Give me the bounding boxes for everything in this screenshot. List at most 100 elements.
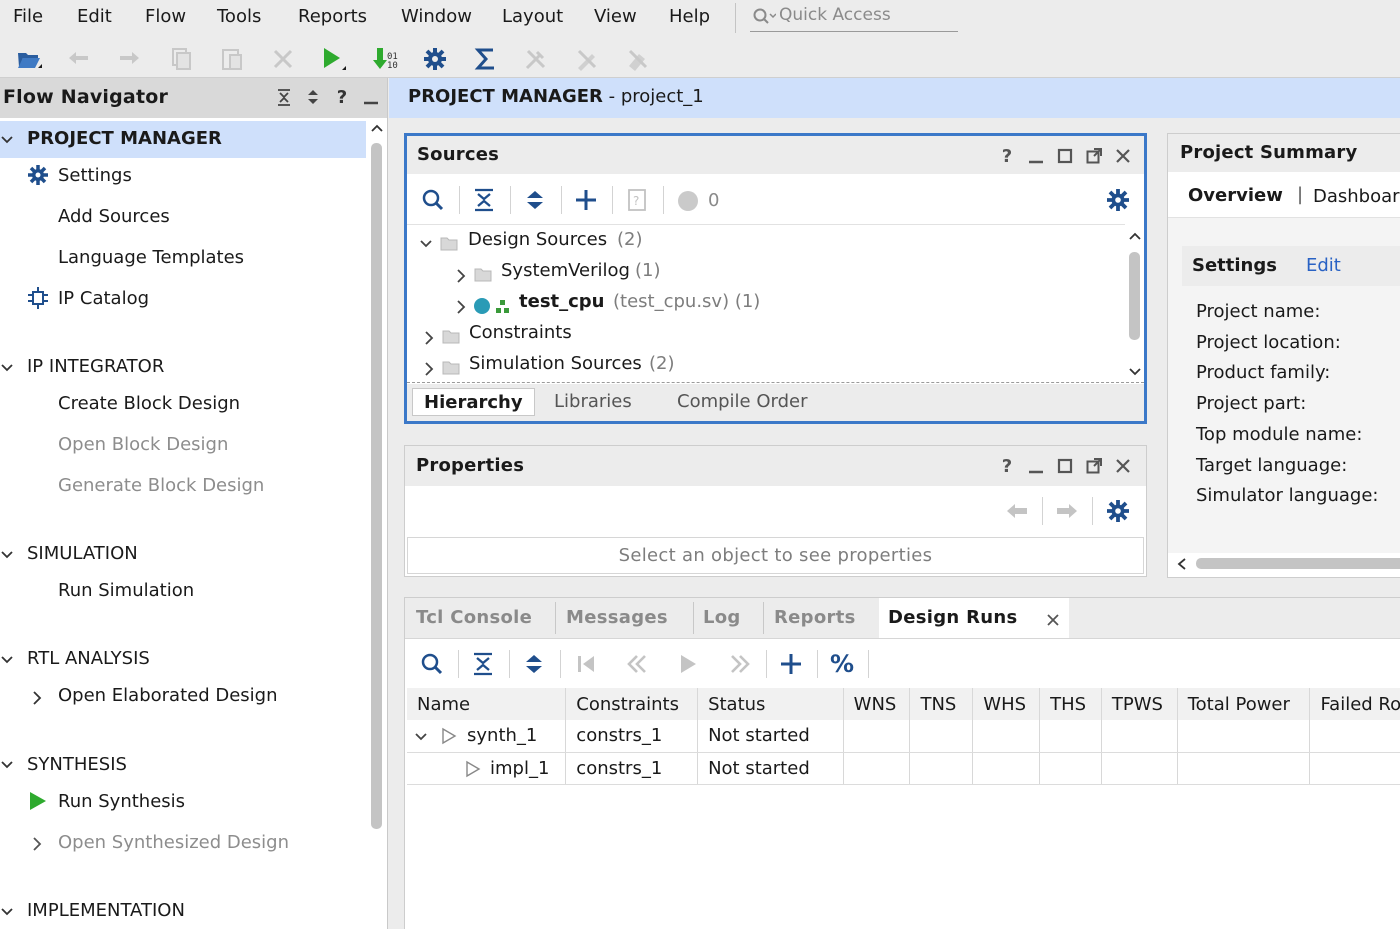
chevron-down-icon[interactable] — [0, 548, 14, 562]
nav-item-open-elaborated-design[interactable]: Open Elaborated Design — [58, 685, 278, 706]
nav-item-add-sources[interactable]: Add Sources — [58, 206, 170, 227]
column-header[interactable]: Constraints — [565, 688, 699, 720]
chevron-right-icon[interactable] — [31, 836, 43, 852]
column-header[interactable]: WHS — [972, 688, 1041, 720]
sources-scrollbar[interactable] — [1125, 224, 1144, 382]
sources-float-button[interactable] — [1084, 146, 1104, 166]
column-header[interactable]: TNS — [909, 688, 974, 720]
chevron-down-icon[interactable] — [0, 133, 14, 147]
sources-expand-all-button[interactable] — [521, 186, 549, 214]
runs-forward-button[interactable] — [726, 650, 754, 678]
table-row[interactable]: synth_1 constrs_1 Not started — [407, 720, 1400, 753]
chevron-up-icon[interactable] — [1128, 230, 1142, 242]
column-header[interactable]: THS — [1039, 688, 1102, 720]
menu-tools[interactable]: Tools — [217, 6, 261, 27]
sources-minimize-button[interactable] — [1026, 146, 1046, 166]
sources-close-button[interactable] — [1113, 146, 1133, 166]
nav-scrollbar[interactable] — [368, 118, 386, 929]
run-name-cell[interactable]: impl_1 — [407, 752, 567, 785]
report-utilization-button[interactable] — [471, 44, 501, 74]
quick-access-field[interactable]: Quick Access — [750, 2, 958, 32]
nav-item-ip-catalog[interactable]: IP Catalog — [58, 288, 149, 309]
menu-edit[interactable]: Edit — [77, 6, 112, 27]
sources-add-button[interactable] — [572, 186, 600, 214]
chevron-left-icon[interactable] — [1176, 557, 1188, 571]
copy-button[interactable] — [166, 44, 196, 74]
nav-item-language-templates[interactable]: Language Templates — [58, 247, 244, 268]
runs-expand-all-button[interactable] — [520, 650, 548, 678]
column-header[interactable]: Total Power — [1177, 688, 1311, 720]
menu-window[interactable]: Window — [401, 6, 472, 27]
sources-collapse-all-button[interactable] — [470, 186, 498, 214]
chevron-down-icon[interactable] — [1128, 366, 1142, 378]
sources-help-button[interactable]: ? — [997, 146, 1017, 167]
properties-minimize-button[interactable] — [1026, 456, 1046, 476]
menu-view[interactable]: View — [594, 6, 637, 27]
edit-settings-link[interactable]: Edit — [1306, 255, 1341, 276]
tab-log[interactable]: Log — [703, 598, 741, 638]
tab-libraries[interactable]: Libraries — [554, 391, 632, 412]
nav-item-create-block-design[interactable]: Create Block Design — [58, 393, 240, 414]
properties-settings-button[interactable] — [1104, 497, 1132, 525]
column-header[interactable]: Status — [697, 688, 844, 720]
undo-button[interactable] — [64, 44, 94, 74]
nav-item-open-synthesized-design[interactable]: Open Synthesized Design — [58, 832, 289, 853]
expand-all-button[interactable] — [302, 86, 324, 108]
chevron-down-icon[interactable] — [0, 758, 14, 772]
tool-disabled-3-button[interactable] — [623, 44, 653, 74]
sources-scrollbar-thumb[interactable] — [1129, 252, 1140, 340]
program-device-button[interactable]: 01 10 — [369, 44, 399, 74]
properties-float-button[interactable] — [1084, 456, 1104, 476]
summary-hscrollbar[interactable] — [1168, 553, 1400, 575]
nav-item-settings[interactable]: Settings — [58, 165, 132, 186]
collapse-all-button[interactable] — [273, 86, 295, 108]
chevron-right-icon[interactable] — [31, 690, 43, 706]
sources-info-button[interactable]: ? — [623, 186, 651, 214]
properties-maximize-button[interactable] — [1055, 456, 1075, 476]
column-header[interactable]: Name — [407, 688, 567, 720]
menu-reports[interactable]: Reports — [298, 6, 367, 27]
runs-add-button[interactable] — [777, 650, 805, 678]
redo-button[interactable] — [114, 44, 144, 74]
open-project-button[interactable] — [14, 44, 44, 74]
nav-item-run-simulation[interactable]: Run Simulation — [58, 580, 194, 601]
menu-file[interactable]: File — [13, 6, 43, 27]
back-button[interactable] — [1003, 497, 1031, 525]
chevron-down-icon[interactable] — [0, 361, 14, 375]
nav-scrollbar-thumb[interactable] — [371, 143, 382, 829]
runs-first-button[interactable] — [572, 650, 600, 678]
nav-item-open-block-design[interactable]: Open Block Design — [58, 434, 228, 455]
runs-rewind-button[interactable] — [623, 650, 651, 678]
tab-messages[interactable]: Messages — [566, 598, 668, 638]
tab-dashboard[interactable]: Dashboar — [1313, 186, 1400, 207]
properties-close-button[interactable] — [1113, 456, 1133, 476]
chevron-up-icon[interactable] — [370, 122, 384, 134]
tab-overview[interactable]: Overview — [1188, 185, 1283, 206]
tool-disabled-1-button[interactable] — [521, 44, 551, 74]
chevron-down-icon[interactable] — [0, 905, 14, 919]
settings-button[interactable] — [420, 44, 450, 74]
summary-hscrollbar-thumb[interactable] — [1196, 558, 1400, 569]
menu-help[interactable]: Help — [669, 6, 710, 27]
tab-tcl-console[interactable]: Tcl Console — [416, 598, 532, 638]
menu-layout[interactable]: Layout — [502, 6, 563, 27]
column-header[interactable]: TPWS — [1101, 688, 1178, 720]
sources-settings-button[interactable] — [1104, 186, 1132, 214]
run-button[interactable] — [318, 44, 348, 74]
table-row[interactable]: impl_1 constrs_1 Not started — [407, 752, 1400, 785]
help-button[interactable]: ? — [331, 86, 353, 108]
sources-maximize-button[interactable] — [1055, 146, 1075, 166]
nav-item-generate-block-design[interactable]: Generate Block Design — [58, 475, 264, 496]
forward-button[interactable] — [1053, 497, 1081, 525]
column-header[interactable]: WNS — [843, 688, 911, 720]
minimize-button[interactable] — [360, 86, 382, 108]
menu-flow[interactable]: Flow — [145, 6, 186, 27]
nav-item-run-synthesis[interactable]: Run Synthesis — [58, 791, 185, 812]
tool-disabled-2-button[interactable] — [572, 44, 602, 74]
run-name-cell[interactable]: synth_1 — [407, 720, 567, 753]
runs-percent-button[interactable]: % — [828, 650, 856, 678]
tab-hierarchy[interactable]: Hierarchy — [412, 388, 535, 416]
sources-search-button[interactable] — [419, 186, 447, 214]
chevron-down-icon[interactable] — [0, 653, 14, 667]
paste-button[interactable] — [217, 44, 247, 74]
